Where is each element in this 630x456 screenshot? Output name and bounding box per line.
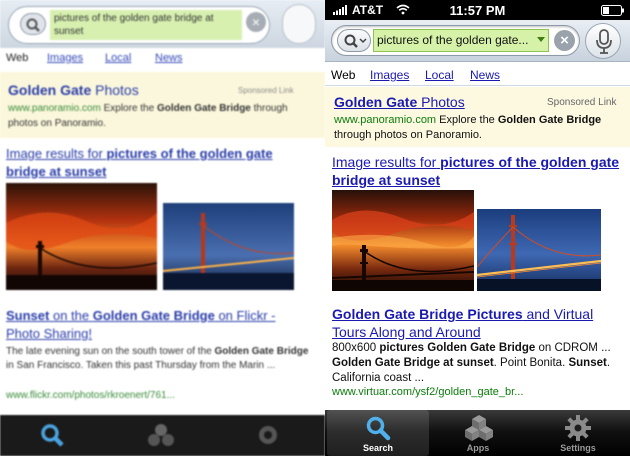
- battery-icon: [601, 5, 624, 16]
- search-bar: pictures of the golden gate... ×: [325, 20, 630, 62]
- iphone-screen-panel: AT&T 11:57 PM pictures of the golden gat…: [325, 0, 630, 456]
- image-results-link[interactable]: Image results for pictures of the golden…: [332, 153, 624, 189]
- search-icon[interactable]: [20, 13, 46, 35]
- sponsored-label: Sponsored Link: [238, 86, 294, 95]
- clock: 11:57 PM: [449, 3, 506, 18]
- search-bar: pictures of the golden gate bridge at su…: [0, 0, 325, 48]
- bottom-tab-bar: [0, 415, 325, 456]
- bridge-night-photo-thumbnail[interactable]: [163, 203, 294, 290]
- ad-description: www.panoramio.com Explore the Golden Gat…: [334, 114, 602, 141]
- magnifier-icon[interactable]: [38, 421, 66, 449]
- tab-local[interactable]: Local: [105, 52, 131, 64]
- result-type-tabs: Web Images Local News: [0, 50, 325, 70]
- tab-images[interactable]: Images: [47, 52, 83, 64]
- search-query[interactable]: pictures of the golden gate bridge at su…: [50, 10, 242, 40]
- gear-icon: [565, 415, 591, 441]
- tab-apps[interactable]: Apps: [427, 410, 529, 456]
- microphone-icon[interactable]: [585, 23, 621, 59]
- result-url: www.virtuar.com/ysf2/golden_gate_br...: [332, 386, 524, 398]
- result-snippet: 800x600 pictures Golden Gate Bridge on C…: [332, 342, 611, 384]
- tab-label: Apps: [466, 443, 490, 453]
- gear-icon[interactable]: [254, 421, 282, 449]
- result-url: www.flickr.com/photos/rkroenert/761...: [6, 390, 175, 401]
- tab-news[interactable]: News: [155, 52, 183, 64]
- result-type-tabs: Web Images Local News: [325, 63, 630, 86]
- clear-icon[interactable]: ×: [246, 12, 266, 32]
- image-results-link[interactable]: Image results for pictures of the golden…: [6, 145, 306, 181]
- result-title-link[interactable]: Sunset on the Golden Gate Bridge on Flic…: [6, 307, 306, 343]
- ad-title[interactable]: Golden Gate Photos: [8, 82, 139, 98]
- search-icon[interactable]: [337, 29, 371, 52]
- ad-title[interactable]: Golden Gate Photos: [334, 94, 465, 110]
- status-bar: AT&T 11:57 PM: [325, 0, 630, 20]
- clear-icon[interactable]: ×: [554, 30, 575, 51]
- ad-description: www.panoramio.com Explore the Golden Gat…: [8, 103, 288, 129]
- tab-local[interactable]: Local: [425, 68, 454, 82]
- result-title-link[interactable]: Golden Gate Bridge Pictures and Virtual …: [332, 305, 624, 341]
- sunset-photo-thumbnail[interactable]: [6, 183, 157, 290]
- tab-news[interactable]: News: [470, 68, 500, 82]
- search-query[interactable]: pictures of the golden gate...: [373, 29, 549, 52]
- tab-label: Search: [362, 443, 394, 453]
- bridge-night-photo-thumbnail[interactable]: [477, 209, 601, 291]
- cubes-icon[interactable]: [146, 421, 176, 449]
- magnifier-icon: [366, 416, 391, 441]
- tab-images[interactable]: Images: [370, 68, 409, 82]
- sunset-photo-thumbnail[interactable]: [332, 190, 474, 291]
- cubes-icon: [465, 415, 493, 441]
- sponsored-ad[interactable]: Golden Gate Photos Sponsored Link www.pa…: [0, 72, 325, 138]
- result-snippet: The late evening sun on the south tower …: [6, 346, 309, 371]
- tab-search[interactable]: Search: [327, 410, 429, 456]
- tab-label: Settings: [560, 443, 596, 453]
- bottom-tab-bar: Search Apps Settings: [325, 410, 630, 456]
- photo-of-phone-panel: pictures of the golden gate bridge at su…: [0, 0, 325, 456]
- dropdown-arrow-icon[interactable]: [537, 37, 545, 42]
- microphone-icon[interactable]: [282, 4, 316, 44]
- tab-web[interactable]: Web: [331, 68, 355, 82]
- tab-web[interactable]: Web: [6, 52, 28, 64]
- sponsored-label: Sponsored Link: [547, 97, 617, 108]
- sponsored-ad[interactable]: Golden Gate Photos Sponsored Link www.pa…: [325, 87, 630, 147]
- tab-settings[interactable]: Settings: [527, 410, 629, 456]
